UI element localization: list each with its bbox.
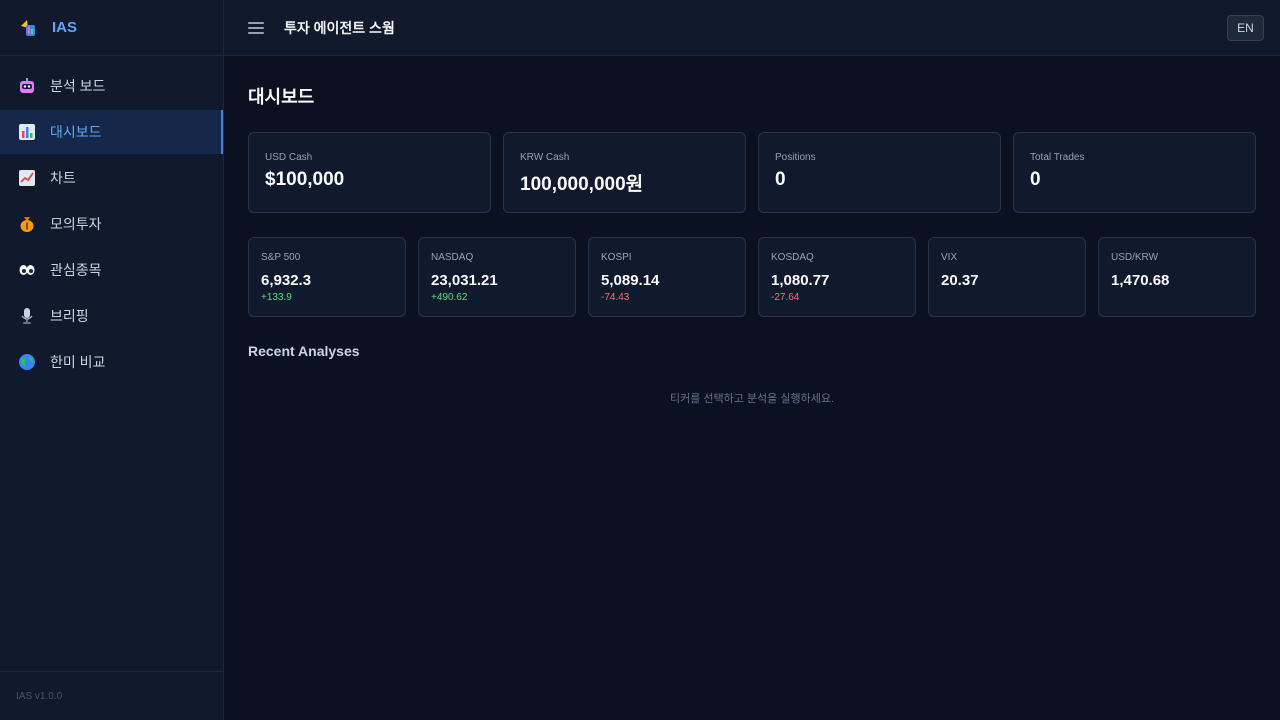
brand-name: IAS	[52, 19, 78, 36]
sidebar-item-label: 모의투자	[50, 216, 102, 232]
sidebar-item-briefing[interactable]: 브리핑	[0, 294, 223, 338]
trend-chart-icon	[18, 169, 36, 187]
stat-value: $100,000	[265, 169, 345, 190]
sidebar-item-watchlist[interactable]: 관심종목	[0, 248, 223, 292]
index-card-kospi[interactable]: KOSPI 5,089.14 -74.43	[588, 237, 746, 317]
index-card-sp500[interactable]: S&P 500 6,932.3 +133.9	[248, 237, 406, 317]
index-label: VIX	[941, 252, 958, 263]
sidebar-item-label: 차트	[50, 170, 76, 186]
language-toggle-button[interactable]: EN	[1227, 15, 1264, 41]
eyes-icon	[18, 261, 36, 279]
stat-label: Positions	[775, 152, 816, 163]
empty-state-message: 티커를 선택하고 분석을 실행하세요.	[669, 393, 835, 405]
sidebar-item-paper-trading[interactable]: 모의투자	[0, 202, 223, 246]
robot-icon	[18, 77, 36, 95]
sidebar: IAS 분석 보드 대시보드 차트 모의투자 관심종목 브리핑 한미 비교 IA…	[0, 0, 224, 720]
stat-label: USD Cash	[265, 152, 313, 163]
page-title: 대시보드	[248, 87, 315, 107]
index-card-usd-krw[interactable]: USD/KRW 1,470.68	[1098, 237, 1256, 317]
stat-card-krw-cash: KRW Cash 100,000,000원	[503, 132, 746, 213]
version-label: IAS v1.0.0	[0, 671, 223, 720]
sidebar-item-korea-us-compare[interactable]: 한미 비교	[0, 340, 223, 384]
index-value: 6,932.3	[261, 272, 312, 289]
recent-analyses-title: Recent Analyses	[248, 343, 360, 359]
sidebar-item-label: 분석 보드	[50, 78, 106, 94]
index-card-nasdaq[interactable]: NASDAQ 23,031.21 +490.62	[418, 237, 576, 317]
app-title: 투자 에이전트 스웜	[284, 19, 395, 36]
sidebar-item-chart[interactable]: 차트	[0, 156, 223, 200]
index-value: 5,089.14	[601, 272, 660, 289]
index-value: 23,031.21	[431, 272, 498, 289]
index-value: 1,470.68	[1111, 272, 1170, 289]
index-label: NASDAQ	[431, 252, 474, 263]
sidebar-item-analysis-board[interactable]: 분석 보드	[0, 64, 223, 108]
sidebar-nav: 분석 보드 대시보드 차트 모의투자 관심종목 브리핑 한미 비교	[0, 56, 223, 384]
stat-card-total-trades: Total Trades 0	[1013, 132, 1256, 213]
money-bag-icon	[18, 215, 36, 233]
top-bar: 투자 에이전트 스웜 EN	[224, 0, 1280, 56]
index-label: KOSDAQ	[771, 252, 814, 263]
index-card-kosdaq[interactable]: KOSDAQ 1,080.77 -27.64	[758, 237, 916, 317]
index-label: S&P 500	[261, 252, 301, 263]
sidebar-item-label: 브리핑	[50, 308, 89, 324]
stat-value: 0	[775, 169, 786, 190]
index-label: KOSPI	[601, 252, 632, 263]
bar-chart-icon	[18, 123, 36, 141]
index-card-vix[interactable]: VIX 20.37	[928, 237, 1086, 317]
sidebar-item-label: 한미 비교	[50, 354, 106, 370]
brand[interactable]: IAS	[0, 0, 223, 56]
index-label: USD/KRW	[1111, 252, 1159, 263]
index-change: +133.9	[261, 292, 292, 303]
stat-value: 0	[1030, 169, 1041, 190]
index-change: -27.64	[771, 292, 800, 303]
app-logo-icon	[18, 17, 40, 39]
stat-label: KRW Cash	[520, 152, 570, 163]
sidebar-item-label: 관심종목	[50, 262, 102, 278]
globe-icon	[18, 353, 36, 371]
main-content: 대시보드 USD Cash $100,000 KRW Cash 100,000,…	[248, 56, 1256, 406]
index-change: -74.43	[601, 292, 630, 303]
stat-card-positions: Positions 0	[758, 132, 1001, 213]
sidebar-item-label: 대시보드	[50, 124, 102, 140]
stats-row: USD Cash $100,000 KRW Cash 100,000,000원 …	[248, 132, 1256, 213]
index-change: +490.62	[431, 292, 468, 303]
index-value: 20.37	[941, 272, 979, 289]
stat-label: Total Trades	[1030, 152, 1085, 163]
market-index-row: S&P 500 6,932.3 +133.9 NASDAQ 23,031.21 …	[248, 237, 1256, 317]
sidebar-item-dashboard[interactable]: 대시보드	[0, 110, 223, 154]
microphone-icon	[18, 307, 36, 325]
stat-card-usd-cash: USD Cash $100,000	[248, 132, 491, 213]
stat-value: 100,000,000원	[520, 174, 644, 195]
index-value: 1,080.77	[771, 272, 830, 289]
menu-icon[interactable]	[248, 21, 264, 34]
